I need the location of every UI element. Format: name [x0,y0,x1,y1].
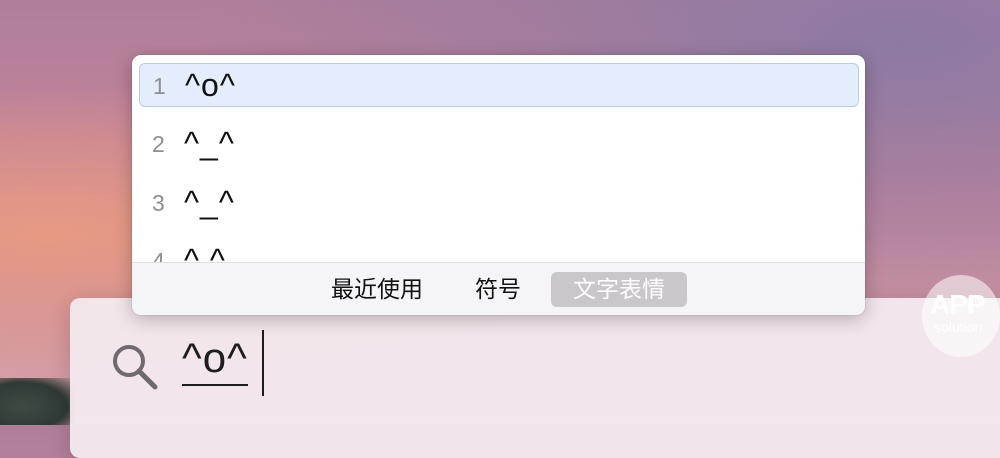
candidate-number: 2 [152,131,165,157]
candidate-text: ^_^ [184,125,235,161]
watermark-brand: APP [930,289,986,320]
candidate-item-3[interactable]: 3 ^_^ [139,181,859,225]
candidate-item-1[interactable]: 1 ^o^ [139,63,859,107]
app-solution-watermark: APP solution [922,275,1000,357]
candidate-text: ^o^ [185,67,236,103]
input-method-candidate-window: 1 ^o^ 2 ^_^ 3 ^_^ 4 ^ ^ 最近使用 符号 文字表情 [132,55,865,315]
candidate-number: 1 [153,73,166,99]
candidate-text: ^ ^ [184,242,226,262]
tab-recent[interactable]: 最近使用 [322,272,432,307]
candidate-text: ^_^ [184,184,235,220]
text-caret [262,330,264,396]
spotlight-search-bar[interactable]: ^o^ [70,298,1000,458]
candidate-number: 3 [152,190,165,216]
candidate-number: 4 [152,248,165,262]
candidate-category-tabs: 最近使用 符号 文字表情 [132,262,865,315]
candidate-list: 1 ^o^ 2 ^_^ 3 ^_^ 4 ^ ^ [132,55,865,262]
candidate-item-2[interactable]: 2 ^_^ [139,122,859,166]
watermark-sub: solution [934,319,983,335]
search-query-text[interactable]: ^o^ [182,334,248,386]
search-icon [113,345,158,390]
desktop-wallpaper-foliage [0,378,75,425]
tab-symbols[interactable]: 符号 [460,272,536,307]
tab-emoticons[interactable]: 文字表情 [551,272,687,307]
candidate-item-4[interactable]: 4 ^ ^ [139,239,859,262]
